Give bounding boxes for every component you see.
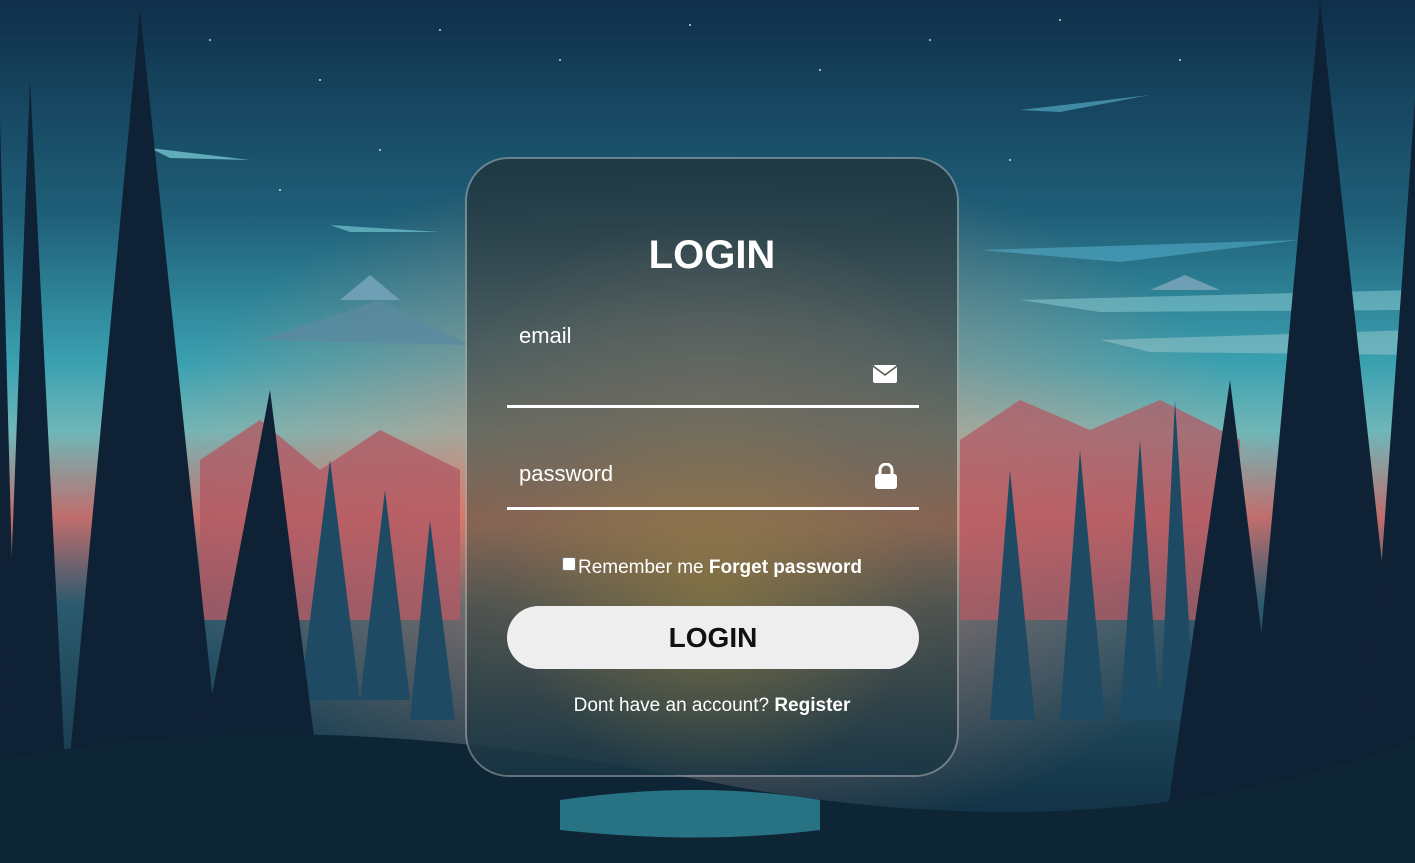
password-field[interactable]: password <box>507 441 919 510</box>
register-prompt: Dont have an account? <box>573 695 770 716</box>
envelope-icon <box>872 365 898 388</box>
forget-password-link[interactable]: Forget password <box>709 557 862 578</box>
register-link[interactable]: Register <box>774 695 850 716</box>
email-input[interactable] <box>507 363 851 405</box>
login-title: LOGIN <box>648 233 776 277</box>
remember-checkbox[interactable] <box>561 557 576 571</box>
login-button[interactable]: LOGIN <box>507 606 919 669</box>
lock-icon <box>875 462 897 494</box>
email-label: email <box>519 323 572 348</box>
login-card: LOGIN email password Remember me Forget … <box>465 157 959 777</box>
password-input[interactable] <box>507 465 851 507</box>
remember-row: Remember me Forget password <box>467 557 957 579</box>
email-field[interactable]: email <box>507 323 919 408</box>
remember-label: Remember me <box>577 557 704 578</box>
register-row: Dont have an account? Register <box>467 695 957 717</box>
